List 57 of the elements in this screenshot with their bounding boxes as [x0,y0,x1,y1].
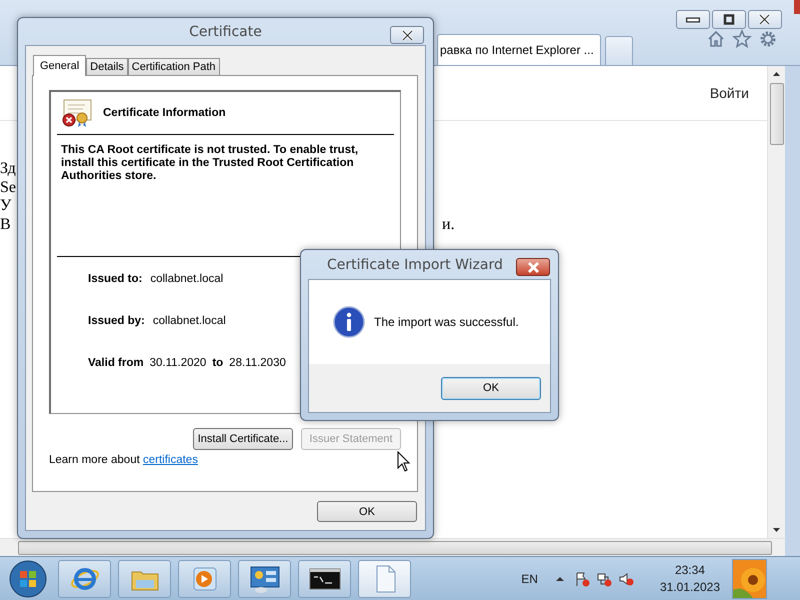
start-button[interactable] [9,560,47,598]
certificate-icon [61,98,93,128]
ok-button[interactable]: OK [317,501,417,522]
browser-tab[interactable]: равка по Internet Explorer ... [437,34,601,65]
flower-icon[interactable] [732,558,767,598]
maximize-button[interactable] [712,10,746,29]
success-message: The import was successful. [374,315,519,329]
field-label: Valid from [88,357,144,369]
flag-icon[interactable] [574,570,590,586]
page-text: Se [0,178,16,197]
minimize-button[interactable] [676,10,710,29]
up-arrow-icon[interactable] [772,70,781,79]
install-button[interactable]: Install Certificate... [193,428,293,450]
close-button[interactable] [516,258,550,276]
clock[interactable]: 23:34 31.01.2023 [660,562,720,596]
date-text: 31.01.2023 [660,578,720,596]
scroll-thumb[interactable] [770,83,784,145]
dialog-title: Certificate [189,24,262,40]
page-text: В [0,216,11,234]
scroll-thumb[interactable] [18,540,772,554]
language-indicator[interactable]: EN [521,572,538,586]
horizontal-scrollbar[interactable] [0,538,785,556]
field-value: 28.11.2030 [229,357,286,369]
taskbar-button[interactable] [238,560,291,598]
close-button[interactable] [390,26,424,44]
speaker-icon[interactable] [618,570,634,586]
sign-in-link[interactable]: Войти [710,85,749,101]
close-icon [526,262,540,272]
page-text: Зд [0,160,16,178]
page-text: У [0,197,12,216]
certificates-link[interactable]: certificates [142,454,198,466]
tab[interactable]: General [33,55,86,76]
close-button[interactable] [748,10,782,29]
close-icon [400,30,414,40]
vertical-scrollbar[interactable] [767,66,785,538]
dialog-title: Certificate Import Wizard [327,256,503,272]
field-label: Issued by: [88,315,145,327]
field-label: to [212,357,224,369]
ok-button[interactable]: OK [441,376,541,400]
time-text: 23:34 [674,562,705,578]
info-heading: Certificate Information [103,107,226,119]
field-value: collabnet.local [152,315,226,327]
maximize-icon [722,14,736,26]
mouse-cursor-icon [397,451,411,472]
close-icon [758,14,772,26]
field-label: Issued to: [88,273,142,285]
network-icon[interactable] [596,570,612,586]
taskbar-button[interactable] [298,560,351,598]
tab[interactable]: Details [86,58,128,75]
page-text: и. [442,216,455,234]
down-arrow-icon[interactable] [772,525,781,534]
field-value: collabnet.local [150,273,224,285]
info-icon [333,306,365,338]
tab[interactable]: Certification Path [128,58,220,75]
star-icon[interactable] [732,28,752,48]
learn-more-text: Learn more about certificates [49,454,199,466]
field-value: 30.11.2020 [150,357,206,369]
